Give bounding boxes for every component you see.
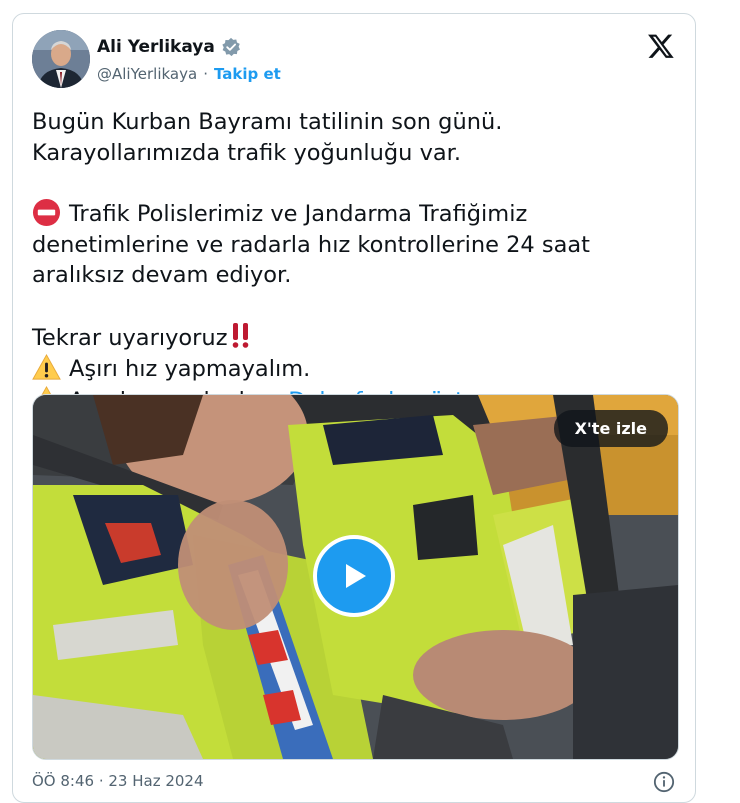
- post-line-4: Aşırı hız yapmayalım.: [32, 353, 682, 385]
- x-logo-icon[interactable]: [647, 32, 675, 60]
- watch-on-x-button[interactable]: X'te izle: [553, 410, 668, 447]
- author-name-row: Ali Yerlikaya: [97, 37, 241, 57]
- avatar[interactable]: [32, 30, 90, 88]
- separator-dot: ·: [203, 65, 208, 83]
- post-line-1: Bugün Kurban Bayramı tatilinin son günü.…: [32, 109, 503, 166]
- post-line-3-text: Tekrar uyarıyoruz: [32, 324, 228, 351]
- follow-button[interactable]: Takip et: [214, 65, 281, 83]
- author-name[interactable]: Ali Yerlikaya: [97, 37, 215, 57]
- post-line-3: Tekrar uyarıyoruz: [32, 321, 682, 354]
- author-handle[interactable]: @AliYerlikaya: [97, 65, 197, 83]
- verified-badge-icon: [222, 37, 240, 57]
- play-icon: [346, 564, 366, 588]
- warning-icon: [32, 353, 61, 380]
- post-text: Bugün Kurban Bayramı tatilinin son günü.…: [32, 107, 682, 416]
- no-entry-icon: [32, 198, 61, 227]
- play-button[interactable]: [313, 535, 395, 617]
- post-line-2: Trafik Polislerimiz ve Jandarma Trafiğim…: [32, 198, 682, 291]
- tweet-card: Ali Yerlikaya @AliYerlikaya · Takip et B…: [12, 13, 696, 803]
- info-icon[interactable]: [653, 771, 675, 793]
- post-line-2-text: Trafik Polislerimiz ve Jandarma Trafiğim…: [32, 201, 591, 288]
- post-line-4-text: Aşırı hız yapmayalım.: [69, 356, 311, 382]
- video-player[interactable]: X'te izle: [32, 394, 679, 760]
- post-timestamp[interactable]: ÖÖ 8:46 · 23 Haz 2024: [32, 772, 204, 790]
- author-handle-row: @AliYerlikaya · Takip et: [97, 65, 281, 83]
- double-exclamation-icon: [232, 322, 248, 348]
